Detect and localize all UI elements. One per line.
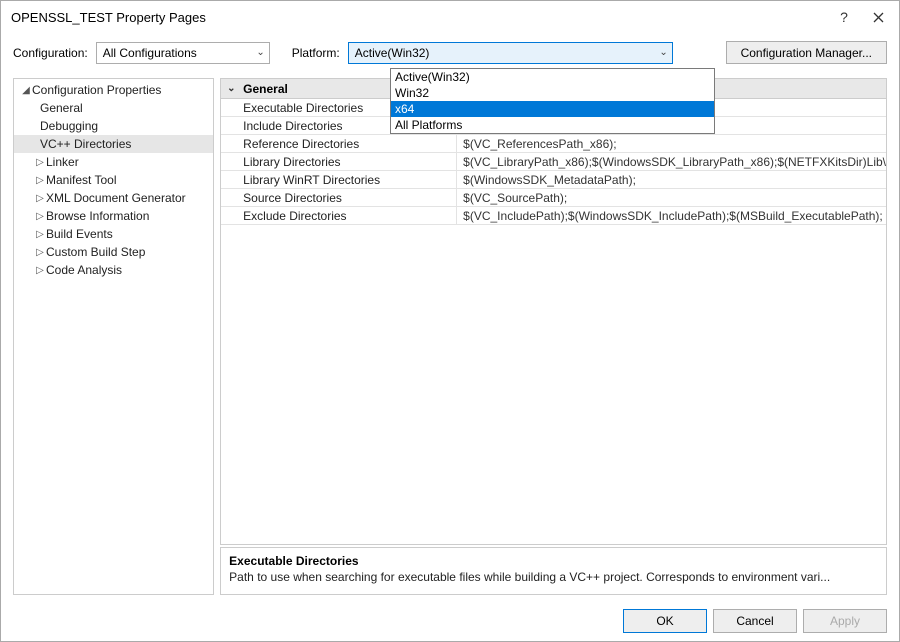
property-value[interactable]: $(VC_IncludePath);$(WindowsSDK_IncludePa…	[457, 207, 886, 224]
expand-icon[interactable]: ▷	[34, 229, 46, 240]
configuration-value: All Configurations	[103, 46, 197, 60]
tree-item[interactable]: VC++ Directories	[14, 135, 213, 153]
expand-icon[interactable]: ▷	[34, 193, 46, 204]
tree-item[interactable]: ▷Browse Information	[14, 207, 213, 225]
property-value[interactable]: $(VC_LibraryPath_x86);$(WindowsSDK_Libra…	[457, 153, 886, 170]
tree-item[interactable]: ▷Linker	[14, 153, 213, 171]
configuration-manager-button[interactable]: Configuration Manager...	[726, 41, 887, 64]
tree-item-label: Linker	[46, 155, 79, 169]
tree-item-label: Custom Build Step	[46, 245, 145, 259]
cancel-button[interactable]: Cancel	[713, 609, 797, 633]
tree-item[interactable]: ▷Custom Build Step	[14, 243, 213, 261]
property-name: Library Directories	[221, 153, 457, 170]
platform-option[interactable]: All Platforms	[391, 117, 714, 133]
platform-label: Platform:	[292, 46, 340, 60]
chevron-down-icon: ⌄	[659, 47, 667, 58]
tree-item-label: VC++ Directories	[40, 137, 131, 151]
expand-icon[interactable]: ▷	[34, 211, 46, 222]
description-panel: Executable Directories Path to use when …	[220, 547, 887, 595]
platform-dropdown-list[interactable]: Active(Win32)Win32x64All Platforms	[390, 68, 715, 134]
collapse-icon[interactable]: ◢	[20, 85, 32, 96]
body-area: ◢ Configuration Properties General Debugg…	[1, 78, 899, 601]
close-button[interactable]	[861, 3, 895, 31]
ok-button[interactable]: OK	[623, 609, 707, 633]
property-row[interactable]: Exclude Directories$(VC_IncludePath);$(W…	[221, 207, 886, 225]
configuration-label: Configuration:	[13, 46, 88, 60]
dialog-footer: OK Cancel Apply	[1, 601, 899, 641]
property-row[interactable]: Reference Directories$(VC_ReferencesPath…	[221, 135, 886, 153]
tree-item-label: XML Document Generator	[46, 191, 186, 205]
property-value[interactable]: $(WindowsSDK_MetadataPath);	[457, 171, 886, 188]
configuration-dropdown[interactable]: All Configurations ⌄	[96, 42, 270, 64]
tree-item[interactable]: General	[14, 99, 213, 117]
platform-dropdown[interactable]: Active(Win32) ⌄	[348, 42, 673, 64]
platform-option[interactable]: Active(Win32)	[391, 69, 714, 85]
property-value[interactable]: $(VC_ReferencesPath_x86);	[457, 135, 886, 152]
property-row[interactable]: Library WinRT Directories$(WindowsSDK_Me…	[221, 171, 886, 189]
tree-root[interactable]: ◢ Configuration Properties	[14, 81, 213, 99]
tree-item[interactable]: Debugging	[14, 117, 213, 135]
tree-item[interactable]: ▷XML Document Generator	[14, 189, 213, 207]
help-button[interactable]: ?	[827, 3, 861, 31]
tree-item[interactable]: ▷Code Analysis	[14, 261, 213, 279]
property-name: Library WinRT Directories	[221, 171, 457, 188]
chevron-down-icon: ⌄	[256, 47, 264, 58]
expand-icon[interactable]: ▷	[34, 247, 46, 258]
tree-item-label: General	[40, 101, 83, 115]
expand-icon[interactable]: ▷	[34, 265, 46, 276]
tree-item-label: Debugging	[40, 119, 98, 133]
apply-button: Apply	[803, 609, 887, 633]
close-icon	[873, 12, 884, 23]
property-row[interactable]: Library Directories$(VC_LibraryPath_x86)…	[221, 153, 886, 171]
property-pane: ⌄ General Executable Directoriesxecutabl…	[220, 78, 887, 595]
tree-pane[interactable]: ◢ Configuration Properties General Debugg…	[13, 78, 214, 595]
window-title: OPENSSL_TEST Property Pages	[11, 10, 827, 25]
tree-item[interactable]: ▷Manifest Tool	[14, 171, 213, 189]
property-grid[interactable]: ⌄ General Executable Directoriesxecutabl…	[220, 78, 887, 545]
description-text: Path to use when searching for executabl…	[229, 570, 878, 584]
tree-item[interactable]: ▷Build Events	[14, 225, 213, 243]
tree-item-label: Code Analysis	[46, 263, 122, 277]
tree-item-label: Browse Information	[46, 209, 149, 223]
tree-item-label: Manifest Tool	[46, 173, 116, 187]
property-name: Reference Directories	[221, 135, 457, 152]
chevron-down-icon: ⌄	[227, 83, 243, 94]
title-bar: OPENSSL_TEST Property Pages ?	[1, 1, 899, 33]
expand-icon[interactable]: ▷	[34, 175, 46, 186]
description-title: Executable Directories	[229, 554, 878, 568]
platform-option[interactable]: Win32	[391, 85, 714, 101]
property-name: Exclude Directories	[221, 207, 457, 224]
platform-option[interactable]: x64	[391, 101, 714, 117]
property-value[interactable]: $(VC_SourcePath);	[457, 189, 886, 206]
expand-icon[interactable]: ▷	[34, 157, 46, 168]
tree-item-label: Build Events	[46, 227, 113, 241]
property-name: Source Directories	[221, 189, 457, 206]
platform-value: Active(Win32)	[355, 46, 430, 60]
property-row[interactable]: Source Directories$(VC_SourcePath);	[221, 189, 886, 207]
